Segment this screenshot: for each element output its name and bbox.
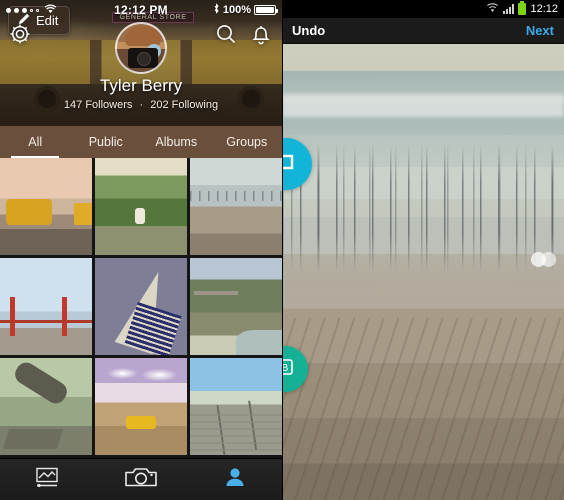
- photo-thumbnail[interactable]: [95, 158, 187, 255]
- crop-icon: [282, 151, 297, 178]
- tab-public[interactable]: Public: [71, 126, 142, 158]
- person-icon: [224, 465, 246, 494]
- photo-thumbnail[interactable]: [190, 158, 282, 255]
- profile-tab-strip: All Public Albums Groups: [0, 126, 282, 158]
- tab-albums[interactable]: Albums: [141, 126, 212, 158]
- bottom-tab-bar: [0, 458, 282, 500]
- photo-thumbnail[interactable]: [0, 358, 92, 455]
- page-title: Tyler Berry: [99, 76, 183, 95]
- photo-thumbnail[interactable]: [190, 358, 282, 455]
- photo-thumbnail[interactable]: [95, 258, 187, 355]
- ios-status-bar: 12:12 PM 100%: [0, 0, 282, 20]
- gear-icon[interactable]: [8, 22, 32, 51]
- edited-photo[interactable]: [282, 44, 564, 500]
- tab-groups[interactable]: Groups: [212, 126, 283, 158]
- photo-thumbnail[interactable]: [0, 158, 92, 255]
- following-count: 202 Following: [150, 99, 219, 111]
- camera-tab[interactable]: [94, 459, 188, 500]
- android-clock: 12:12: [530, 3, 558, 15]
- wifi-icon: [486, 2, 499, 16]
- right-panel-android-editor: 12:12 Undo Next Rotate: [282, 0, 564, 500]
- photo-gallery-icon: [34, 465, 60, 494]
- tab-all[interactable]: All: [0, 126, 71, 158]
- photo-grid: [0, 158, 282, 460]
- followers-count: 147 Followers: [63, 99, 133, 111]
- panel-divider: [282, 0, 283, 500]
- avatar[interactable]: [115, 22, 167, 74]
- left-panel-ios-profile: GENERAL STORE 12:12 PM 100% Tyler Berry …: [0, 0, 282, 500]
- editor-action-bar: Undo Next: [282, 18, 564, 44]
- photo-layer-warm-tone: [282, 44, 564, 500]
- photo-thumbnail[interactable]: [190, 258, 282, 355]
- signal-bars-icon: [503, 4, 515, 14]
- photo-thumbnail[interactable]: [0, 258, 92, 355]
- photo-thumbnail[interactable]: [95, 358, 187, 455]
- profile-tab[interactable]: [188, 459, 282, 500]
- camera-icon: [124, 464, 158, 495]
- next-button[interactable]: Next: [526, 23, 554, 38]
- profile-stats: 147 Followers · 202 Following: [0, 99, 282, 111]
- blur-icon: B: [282, 357, 295, 382]
- gallery-tab[interactable]: [0, 459, 94, 500]
- ios-clock: 12:12 PM: [114, 3, 168, 17]
- android-status-bar: 12:12: [282, 0, 564, 18]
- stats-separator: ·: [139, 99, 144, 111]
- pager-dots-icon[interactable]: [531, 252, 556, 267]
- battery-icon: [518, 1, 527, 15]
- battery-full-icon: [254, 5, 278, 15]
- undo-button[interactable]: Undo: [292, 23, 325, 38]
- screenshot-root: GENERAL STORE 12:12 PM 100% Tyler Berry …: [0, 0, 564, 500]
- bell-icon[interactable]: [250, 22, 272, 51]
- search-icon[interactable]: [214, 22, 238, 51]
